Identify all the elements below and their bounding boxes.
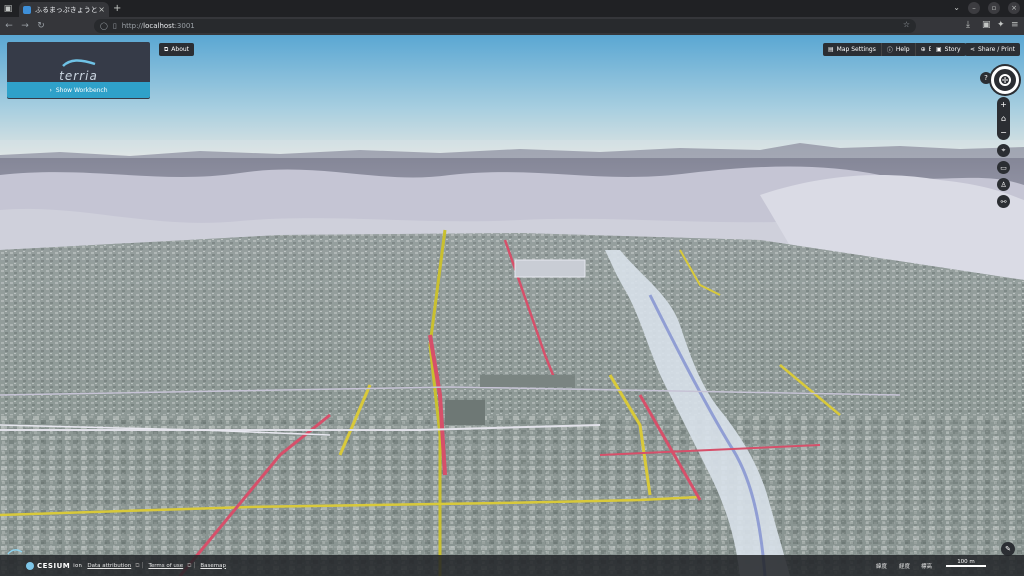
tab-favicon-icon xyxy=(23,5,31,14)
story-icon: ▣ xyxy=(936,46,942,53)
show-workbench-button[interactable]: › Show Workbench xyxy=(7,82,150,98)
logo-text: terria xyxy=(59,69,98,83)
chevron-right-icon: › xyxy=(49,86,52,94)
browser-toolbar: ← → ↻ ◯ ▯ http://localhost:3001 ☆ ⤓ ▣ ✦ … xyxy=(0,17,1024,35)
help-icon: ⓘ xyxy=(886,47,893,54)
terria-wave-icon xyxy=(61,59,95,67)
compass-gyro-icon[interactable]: ✛ xyxy=(999,74,1011,86)
share-button[interactable]: ⋖ Share / Print xyxy=(965,43,1020,56)
my-location-icon[interactable]: ⌖ xyxy=(997,144,1010,157)
cesium-ion-logo[interactable]: CESIUM ion xyxy=(26,561,83,570)
browser-tab[interactable]: ふるまっぷきょうと × xyxy=(19,2,109,17)
link-separator: ⧉ | xyxy=(135,561,144,569)
extension-badge-icon[interactable]: ▣ xyxy=(982,20,991,30)
cesium-suffix: ion xyxy=(73,562,83,569)
menu-icon[interactable]: ≡ xyxy=(1011,20,1019,30)
share-item[interactable]: ⋖ Share / Print xyxy=(965,43,1020,56)
url-text: http://localhost:3001 xyxy=(122,22,195,30)
bottom-status-bar: CESIUM ion Data attribution ⧉ | Terms of… xyxy=(0,555,1024,576)
3d-terrain-scene[interactable] xyxy=(0,35,1024,576)
map-settings-button[interactable]: ▤ Map Settings xyxy=(823,43,882,56)
share-label: Share / Print xyxy=(978,46,1015,53)
compass-control[interactable]: ✛ xyxy=(991,66,1019,94)
url-host: localhost xyxy=(143,22,175,30)
scale-label: 100 m xyxy=(957,559,975,565)
basemap-link[interactable]: Basemap xyxy=(200,563,226,569)
window-controls: – ▫ × xyxy=(968,2,1020,14)
tab-title: ふるまっぷきょうと xyxy=(35,5,98,14)
back-icon[interactable]: ← xyxy=(2,21,16,31)
about-label: About xyxy=(171,46,190,53)
elevation-label: 標高 xyxy=(921,564,933,570)
extensions-icon[interactable]: ✦ xyxy=(997,20,1005,30)
split-screen-icon[interactable]: ▭ xyxy=(997,161,1010,174)
help-button[interactable]: ⓘ Help xyxy=(882,43,916,56)
external-link-icon: ⧉ xyxy=(164,45,169,53)
cesium-label: CESIUM xyxy=(37,561,71,570)
new-tab-button[interactable]: + xyxy=(113,3,121,14)
map-menu: ▤ Map Settings ⓘ Help ⊕ EN xyxy=(823,43,942,56)
minimize-icon[interactable]: – xyxy=(968,2,980,14)
pedestrian-mode-icon[interactable]: ♙ xyxy=(997,178,1010,191)
help-label: Help xyxy=(895,46,910,53)
tab-strip: ▣ ふるまっぷきょうと × + ⌄ – ▫ × xyxy=(0,0,1024,17)
tab-list-chevron-icon[interactable]: ⌄ xyxy=(953,3,960,12)
page-info-icon[interactable]: ▯ xyxy=(113,22,117,30)
home-icon[interactable]: ⌂ xyxy=(1001,114,1006,123)
longitude-label: 経度 xyxy=(899,564,911,570)
address-bar[interactable]: ◯ ▯ http://localhost:3001 ☆ xyxy=(94,19,916,33)
map-settings-icon: ▤ xyxy=(828,46,834,53)
close-window-icon[interactable]: × xyxy=(1008,2,1020,14)
maximize-icon[interactable]: ▫ xyxy=(988,2,1000,14)
about-button[interactable]: ⧉ About xyxy=(159,43,195,56)
workbench-label: Show Workbench xyxy=(55,86,108,94)
zoom-control: + ⌂ − xyxy=(997,97,1010,140)
zoom-in-icon[interactable]: + xyxy=(1000,100,1007,109)
terms-of-use-link[interactable]: Terms of use xyxy=(148,563,183,569)
reload-icon[interactable]: ↻ xyxy=(34,21,48,31)
tab-close-icon[interactable]: × xyxy=(98,5,105,14)
story-button[interactable]: ▣ Story xyxy=(931,43,966,56)
zoom-out-icon[interactable]: − xyxy=(1000,128,1007,137)
data-attribution-link[interactable]: Data attribution xyxy=(87,563,131,569)
map-viewport[interactable]: terria › Show Workbench ⧉ About ▤ Map Se… xyxy=(0,35,1024,576)
distance-scale-bar: 100 m xyxy=(946,559,986,567)
link-separator: ⧉ | xyxy=(187,561,196,569)
story-label: Story xyxy=(944,46,961,53)
url-prefix: http:// xyxy=(121,22,144,30)
download-icon[interactable]: ⤓ xyxy=(966,20,970,30)
shield-icon[interactable]: ◯ xyxy=(100,22,108,30)
map-settings-label: Map Settings xyxy=(836,46,876,53)
forward-icon[interactable]: → xyxy=(18,21,32,31)
feedback-icon[interactable]: ✎ xyxy=(1001,542,1015,556)
story-item[interactable]: ▣ Story xyxy=(931,43,966,56)
share-icon: ⋖ xyxy=(970,46,976,53)
measure-tool-icon[interactable]: ⚯ xyxy=(997,195,1010,208)
browser-window: ▣ ふるまっぷきょうと × + ⌄ – ▫ × ← → ↻ ◯ ▯ http:/… xyxy=(0,0,1024,576)
globe-icon: ⊕ xyxy=(920,46,926,53)
url-port: :3001 xyxy=(174,22,195,30)
bookmark-star-icon[interactable]: ☆ xyxy=(903,20,910,29)
tab-search-icon[interactable]: ▣ xyxy=(0,0,16,17)
latitude-label: 緯度 xyxy=(876,564,888,570)
cesium-icon xyxy=(26,561,34,570)
